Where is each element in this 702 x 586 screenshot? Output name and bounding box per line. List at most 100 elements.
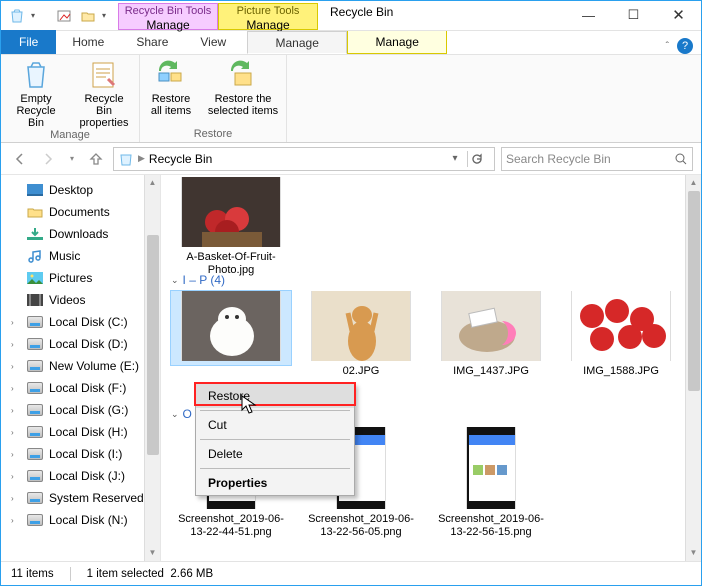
empty-recycle-bin-button[interactable]: Empty Recycle Bin — [7, 59, 65, 129]
address-bar-row: ▾ ▶ Recycle Bin ▾ Search Recycle Bin — [1, 143, 701, 175]
refresh-button[interactable] — [470, 152, 490, 166]
scroll-up-icon[interactable]: ▲ — [686, 175, 701, 191]
file-name: IMG_1588.JPG — [561, 365, 681, 378]
context-menu-delete[interactable]: Delete — [196, 442, 354, 466]
file-item[interactable]: A-Basket-Of-Fruit-Photo.jpg — [171, 177, 291, 277]
nav-forward-button[interactable] — [37, 148, 59, 170]
file-item[interactable]: IMG_1588.JPG — [561, 291, 681, 378]
expand-icon[interactable]: › — [11, 450, 21, 459]
sidebar-item[interactable]: ›New Volume (E:) — [1, 355, 160, 377]
file-name: 02.JPG — [301, 365, 421, 378]
sidebar-item[interactable]: ›Local Disk (J:) — [1, 465, 160, 487]
contextual-tab-picture-tools: Picture Tools Manage — [218, 3, 318, 30]
file-name: Screenshot_2019-06-13-22-44-51.png — [171, 513, 291, 539]
help-icon[interactable]: ? — [677, 38, 693, 54]
group-label: I – P (4) — [183, 273, 225, 287]
sidebar-item[interactable]: ›Local Disk (F:) — [1, 377, 160, 399]
group-header[interactable]: ⌄O — [171, 407, 192, 421]
tab-home[interactable]: Home — [56, 31, 120, 54]
qa-new-folder-icon[interactable] — [78, 6, 98, 26]
nav-back-button[interactable] — [9, 148, 31, 170]
qa-properties-icon[interactable] — [54, 6, 74, 26]
status-bar: 11 items 1 item selected 2.66 MB — [1, 561, 701, 585]
context-menu-cut[interactable]: Cut — [196, 413, 354, 437]
recycle-bin-properties-icon — [88, 59, 120, 91]
sidebar-item-label: Local Disk (C:) — [49, 315, 128, 329]
context-menu-restore[interactable]: Restore — [196, 384, 354, 408]
explorer-window: ▾ ▾ Recycle Bin Tools Manage Picture Too… — [0, 0, 702, 586]
sidebar-item[interactable]: Downloads — [1, 223, 160, 245]
group-label: O — [183, 407, 192, 421]
restore-all-items-button[interactable]: Restore all items — [146, 59, 196, 128]
context-menu-properties[interactable]: Properties — [196, 471, 354, 495]
expand-icon[interactable]: › — [11, 494, 21, 503]
nav-history-dropdown[interactable]: ▾ — [65, 148, 79, 170]
sidebar-item[interactable]: ›Local Disk (H:) — [1, 421, 160, 443]
expand-icon[interactable]: › — [11, 428, 21, 437]
sidebar-item[interactable]: Videos — [1, 289, 160, 311]
expand-icon[interactable]: › — [11, 516, 21, 525]
collapse-ribbon-icon[interactable]: ˆ — [660, 41, 675, 52]
expand-icon[interactable]: › — [11, 384, 21, 393]
sidebar-item-label: Local Disk (N:) — [49, 513, 128, 527]
expand-icon[interactable]: › — [11, 318, 21, 327]
group-chevron-icon[interactable]: ⌄ — [171, 275, 179, 286]
file-item[interactable]: 02.JPG — [301, 291, 421, 378]
recycle-bin-icon — [118, 151, 134, 167]
content-scroll-thumb[interactable] — [688, 191, 700, 391]
address-bar[interactable]: ▶ Recycle Bin ▾ — [113, 147, 495, 171]
sidebar-item[interactable]: › Local Disk (C:) — [1, 311, 160, 333]
tab-file[interactable]: File — [1, 30, 56, 54]
group-header[interactable]: ⌄ I – P (4) — [171, 273, 225, 287]
minimize-button[interactable]: — — [566, 1, 611, 29]
sidebar-item[interactable]: ›Local Disk (I:) — [1, 443, 160, 465]
tab-manage-recycle[interactable]: Manage — [247, 31, 347, 54]
content-scrollbar[interactable]: ▲ ▼ — [685, 175, 701, 561]
sidebar-item[interactable]: ›Local Disk (G:) — [1, 399, 160, 421]
sidebar-item[interactable]: Desktop — [1, 179, 160, 201]
qa-dropdown-icon[interactable]: ▾ — [31, 11, 41, 20]
file-thumbnail — [311, 291, 411, 361]
restore-selected-items-button[interactable]: Restore the selected items — [206, 59, 280, 128]
sidebar-scroll-thumb[interactable] — [147, 235, 159, 455]
expand-icon[interactable]: › — [11, 362, 21, 371]
sidebar-item[interactable]: › Local Disk (N:) — [1, 509, 160, 531]
breadcrumb-location[interactable]: Recycle Bin — [149, 152, 212, 166]
sidebar-item-label: Videos — [49, 293, 85, 307]
breadcrumb-chevron-icon[interactable]: ▶ — [138, 153, 145, 164]
sidebar-item-icon — [27, 402, 43, 418]
search-box[interactable]: Search Recycle Bin — [501, 147, 693, 171]
address-dropdown-icon[interactable]: ▾ — [445, 153, 465, 164]
sidebar-item[interactable]: Music — [1, 245, 160, 267]
nav-up-button[interactable] — [85, 148, 107, 170]
sidebar-item[interactable]: ›Local Disk (D:) — [1, 333, 160, 355]
recycle-bin-icon[interactable] — [7, 6, 27, 26]
sidebar-scrollbar[interactable]: ▲▼ — [144, 175, 160, 561]
file-list[interactable]: ▲ ▼ Restore Cut Delete Properties A-Bask… — [161, 175, 701, 561]
recycle-bin-properties-button[interactable]: Recycle Bin properties — [75, 59, 133, 129]
tab-view[interactable]: View — [184, 31, 242, 54]
cursor-icon — [241, 395, 257, 415]
scroll-down-icon[interactable]: ▼ — [686, 545, 701, 561]
qa-customize-icon[interactable]: ▾ — [102, 11, 112, 20]
expand-icon[interactable]: › — [11, 340, 21, 349]
file-item[interactable] — [171, 291, 291, 365]
contextual-tab-recycle-bin-tools: Recycle Bin Tools Manage — [118, 3, 218, 30]
tab-manage-picture[interactable]: Manage — [347, 31, 447, 54]
expand-icon[interactable]: › — [11, 472, 21, 481]
sidebar-item[interactable]: Pictures — [1, 267, 160, 289]
scroll-up-icon[interactable]: ▲ — [145, 175, 160, 191]
group-chevron-icon[interactable]: ⌄ — [171, 409, 179, 420]
maximize-button[interactable]: ☐ — [611, 1, 656, 29]
sidebar-item[interactable]: ›System Reserved — [1, 487, 160, 509]
sidebar-item[interactable]: Documents — [1, 201, 160, 223]
file-thumbnail — [181, 177, 281, 247]
search-icon[interactable] — [674, 152, 688, 166]
file-item[interactable]: IMG_1437.JPG — [431, 291, 551, 378]
expand-icon[interactable]: › — [11, 406, 21, 415]
search-placeholder: Search Recycle Bin — [506, 152, 674, 166]
file-item[interactable]: Screenshot_2019-06-13-22-56-15.png — [431, 427, 551, 539]
tab-share[interactable]: Share — [120, 31, 184, 54]
scroll-down-icon[interactable]: ▼ — [145, 545, 160, 561]
close-button[interactable]: ✕ — [656, 1, 701, 29]
